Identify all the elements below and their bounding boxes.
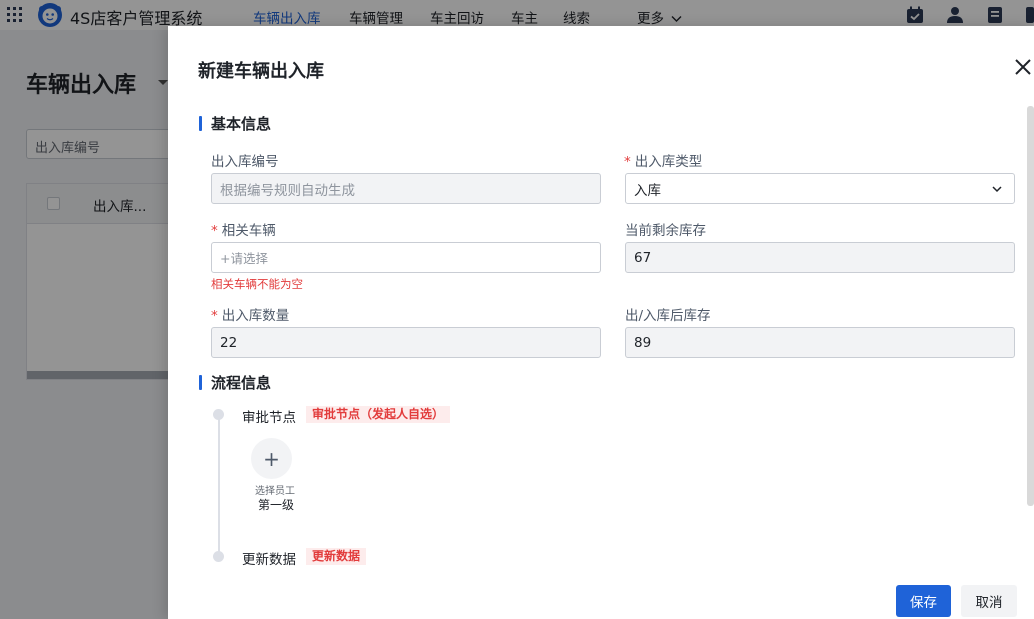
after-stock-field: 89 [625,327,1015,358]
timeline-dot [213,409,224,420]
required-mark: * [211,308,218,324]
quantity-field[interactable]: 22 [211,327,601,358]
section-marker [199,116,202,131]
new-record-drawer: 新建车辆出入库 基本信息 出入库编号 根据编号规则自动生成 * 出入库类型 入库 … [168,26,1034,619]
timeline-dot [213,551,224,562]
close-icon[interactable] [1013,57,1033,77]
section-process-info: 流程信息 [199,372,271,393]
add-employee-label: 选择员工 [255,486,295,497]
cancel-button[interactable]: 取消 [961,585,1017,617]
save-button[interactable]: 保存 [896,585,951,617]
update-node-title: 更新数据 [242,552,296,568]
drawer-scrollbar[interactable] [1027,106,1034,506]
approval-level-label: 第一级 [258,498,295,512]
section-title: 流程信息 [211,374,272,392]
stock-field: 67 [625,242,1015,273]
timeline-line [218,414,220,556]
type-select[interactable]: 入库 [625,173,1015,204]
vehicle-select[interactable]: +请选择 [211,242,601,273]
vehicle-label-text: 相关车辆 [221,223,276,239]
chevron-down-icon [992,186,1002,193]
approval-node-tag: 审批节点（发起人自选） [306,406,451,423]
add-employee-button[interactable]: + [251,438,292,479]
record-no-field: 根据编号规则自动生成 [211,173,601,204]
section-title: 基本信息 [211,115,272,133]
type-label-text: 出入库类型 [634,154,703,170]
quantity-label: * 出入库数量 [211,304,289,324]
required-mark: * [624,154,631,170]
section-marker [199,375,202,390]
vehicle-label: * 相关车辆 [211,219,276,239]
after-stock-label: 出/入库后库存 [625,308,711,324]
required-mark: * [211,223,218,239]
type-select-value: 入库 [634,182,661,199]
vehicle-error: 相关车辆不能为空 [211,277,303,291]
plus-icon: + [263,446,280,471]
type-label: * 出入库类型 [624,150,702,170]
update-node-tag: 更新数据 [306,548,367,565]
approval-node-title: 审批节点 [242,410,296,426]
section-basic-info: 基本信息 [199,113,271,134]
quantity-label-text: 出入库数量 [221,308,290,324]
stock-label: 当前剩余库存 [625,223,706,239]
record-no-label: 出入库编号 [211,154,279,170]
drawer-title: 新建车辆出入库 [198,61,324,82]
